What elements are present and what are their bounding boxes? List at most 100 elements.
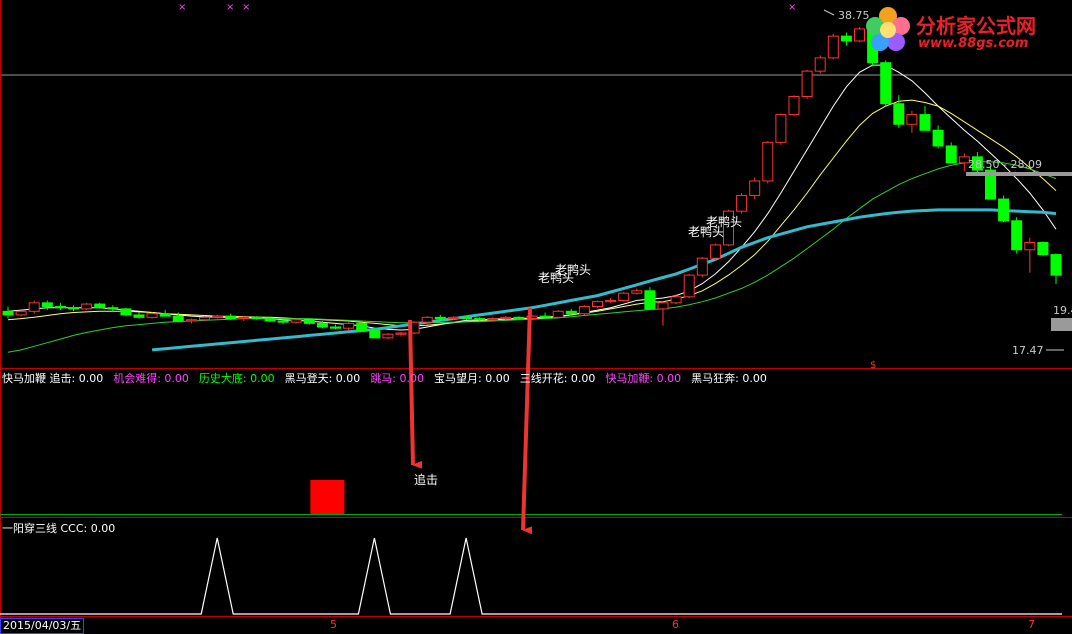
candle-body bbox=[919, 114, 931, 131]
candle-body bbox=[447, 316, 459, 320]
indicator-item: 黑马狂奔: 0.00 bbox=[691, 372, 767, 385]
candle-body bbox=[199, 316, 210, 321]
signal-label: 追击 bbox=[414, 472, 438, 487]
indicator-item: 历史大底: 0.00 bbox=[198, 372, 275, 385]
ccc-line bbox=[0, 537, 1062, 615]
candle-body bbox=[68, 307, 79, 310]
candle-body bbox=[788, 95, 800, 116]
candle-body bbox=[552, 310, 564, 318]
candle-body bbox=[670, 296, 682, 304]
candle-body bbox=[487, 318, 499, 321]
price-range-label: 28.50 - 28.09 bbox=[968, 158, 1042, 171]
candle-body bbox=[1011, 220, 1023, 251]
candle-body bbox=[316, 322, 328, 328]
logo: 分析家公式网 www.88gs.com bbox=[864, 6, 1064, 56]
candle-body bbox=[15, 310, 27, 316]
indicator-item: 快马加鞭: 0.00 bbox=[605, 372, 682, 385]
candle-body bbox=[238, 316, 250, 320]
candle-body bbox=[395, 332, 407, 335]
candle-body bbox=[251, 316, 263, 320]
candle-body bbox=[421, 316, 433, 323]
candle-body bbox=[880, 62, 892, 105]
candle-body bbox=[945, 145, 957, 164]
candle-body bbox=[801, 70, 813, 97]
candle-body bbox=[644, 290, 656, 310]
candle-body bbox=[264, 318, 276, 322]
candle-body bbox=[906, 114, 918, 125]
candle-body bbox=[840, 35, 852, 42]
candle-body bbox=[356, 322, 368, 332]
candle-body bbox=[343, 322, 355, 329]
candle-body bbox=[513, 316, 525, 320]
candle-body bbox=[81, 303, 93, 310]
candle-body bbox=[998, 198, 1010, 222]
kline-chart[interactable]: 老鸭头 老鸭头 老鸭头 老鸭头 追击 38.75 28.50 - 28.09 1… bbox=[0, 0, 1072, 632]
indicator-item: 黑马登天: 0.00 bbox=[284, 372, 361, 385]
candle-body bbox=[172, 315, 184, 322]
ccc-legend: 一阳穿三线 CCC: 0.00 bbox=[2, 522, 116, 535]
candle-body bbox=[120, 308, 132, 316]
candle-body bbox=[893, 103, 905, 125]
candle-body bbox=[932, 129, 944, 147]
candle-body bbox=[28, 302, 40, 312]
top-marker: × bbox=[242, 2, 250, 13]
candle-body bbox=[854, 28, 865, 42]
candle-body bbox=[94, 303, 106, 309]
indicator-item: 快马加鞭 追击: 0.00 bbox=[2, 372, 104, 385]
candle-body bbox=[1050, 254, 1062, 276]
candle-body bbox=[775, 114, 787, 143]
candle-body bbox=[2, 310, 14, 316]
signal-layer bbox=[310, 480, 345, 514]
indicator-item: 跳马: 0.00 bbox=[370, 372, 425, 385]
candle-body bbox=[709, 244, 721, 259]
candle-body bbox=[618, 292, 630, 301]
candle-body bbox=[369, 330, 381, 339]
indicator-legend: 快马加鞭 追击: 0.00 机会难得: 0.00 历史大底: 0.00 黑马登天: 0… bbox=[2, 370, 777, 385]
x-tick-6: 6 bbox=[672, 618, 679, 631]
x-tick-5: 5 bbox=[330, 618, 337, 631]
candle-body bbox=[277, 320, 289, 323]
candle-body bbox=[814, 57, 826, 72]
logo-flower-icon bbox=[866, 7, 910, 51]
candle-body bbox=[749, 180, 761, 196]
candle-body bbox=[290, 319, 302, 323]
candle-body bbox=[657, 302, 669, 310]
candle-body bbox=[1037, 242, 1049, 256]
candle-body bbox=[303, 319, 315, 324]
signal-bar bbox=[310, 480, 345, 514]
last-price-marker bbox=[1051, 318, 1072, 331]
candle-body bbox=[605, 299, 617, 303]
candle-body bbox=[474, 318, 486, 321]
candle-body bbox=[631, 290, 643, 294]
ccc-layer bbox=[0, 537, 1062, 615]
indicator-item: 三线开花: 0.00 bbox=[519, 372, 596, 385]
candle-body bbox=[41, 302, 53, 307]
pattern-label-b2: 老鸭头 bbox=[538, 271, 574, 285]
candle-body bbox=[578, 305, 590, 315]
candle-body bbox=[1024, 242, 1036, 251]
candle-body bbox=[133, 314, 145, 318]
price-low-label: 17.47 bbox=[1012, 344, 1044, 357]
candle-body bbox=[736, 194, 748, 212]
indicator-item: 机会难得: 0.00 bbox=[113, 372, 189, 385]
candle-body bbox=[762, 141, 774, 182]
x-tick-7: 7 bbox=[1028, 618, 1035, 631]
candle-body bbox=[54, 305, 66, 309]
candle-body bbox=[185, 319, 197, 322]
logo-title: 分析家公式网 bbox=[916, 14, 1036, 38]
logo-url: www.88gs.com bbox=[918, 36, 1029, 51]
top-marker: × bbox=[226, 2, 234, 13]
candle-body bbox=[592, 301, 603, 307]
top-marker: × bbox=[788, 2, 796, 13]
top-marker: × bbox=[178, 2, 186, 13]
ma-green-line bbox=[7, 161, 1057, 353]
price-right-label: 19.4 bbox=[1053, 304, 1072, 317]
candle-body bbox=[382, 333, 394, 339]
ma-cyan-line bbox=[151, 208, 1057, 352]
candle-body bbox=[330, 326, 341, 329]
candle-body bbox=[683, 274, 695, 298]
candle-body bbox=[539, 315, 551, 318]
candle-body bbox=[434, 316, 446, 320]
candle-body bbox=[107, 307, 119, 310]
candle-body bbox=[146, 313, 158, 318]
